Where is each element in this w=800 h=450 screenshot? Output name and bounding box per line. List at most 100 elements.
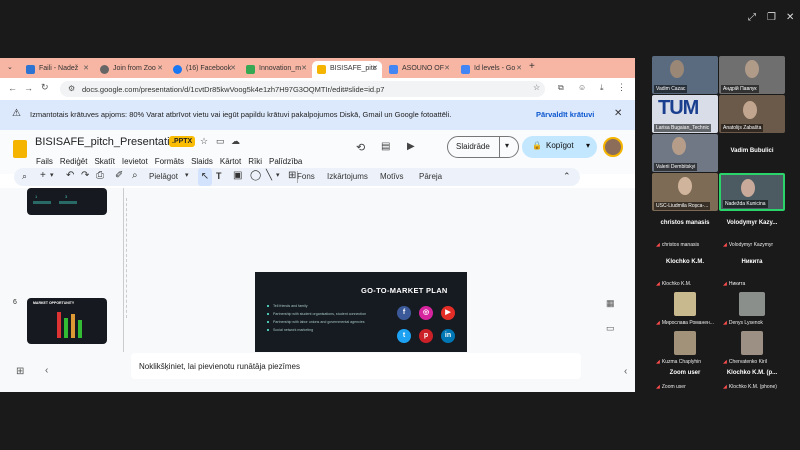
background-button[interactable]: Fons [297,172,315,181]
menu-item-help[interactable]: Palīdzība [269,157,302,166]
tab-1[interactable]: Join from Zoo ✕ [95,61,167,78]
participant-tile[interactable]: Zoom user Zoom user [652,368,718,392]
download-icon[interactable]: ⤓ [600,83,604,93]
url-field[interactable]: ⚙ docs.google.com/presentation/d/1cvtDr8… [60,81,545,97]
menu-item-view[interactable]: Skatīt [94,157,114,166]
bookmark-star-icon[interactable]: ☆ [533,83,540,92]
close-icon[interactable]: ✕ [614,108,622,119]
chevron-down-icon[interactable]: ▾ [586,141,590,150]
calendar-icon[interactable]: ▦ [606,298,615,309]
menu-item-edit[interactable]: Rediģēt [60,157,88,166]
participant-tile[interactable]: Vadim Bubulici [719,134,785,172]
collapse-toolbar-icon[interactable]: ⌃ [563,171,571,182]
tab-6[interactable]: Id levels - Go ✕ [456,61,526,78]
participant-tile[interactable]: Vadim Cazac [652,56,718,94]
tab-5[interactable]: ASOUNO OF ✕ [384,61,454,78]
redo-button[interactable]: ↷ [81,170,89,181]
menu-item-slide[interactable]: Slaids [191,157,213,166]
close-tab-icon[interactable]: ✕ [372,64,378,72]
new-slide-button[interactable]: + [40,170,46,181]
slide-thumbnail-5[interactable]: 1 3 [27,188,107,215]
comment-icon[interactable]: ▤ [381,141,390,152]
manage-storage-link[interactable]: Pārvaldīt krātuvi [536,110,594,119]
participant-tile[interactable]: christos manasis christos manasis [652,212,718,250]
participant-tile[interactable]: Valerii Dembitskyi [652,134,718,172]
close-tab-icon[interactable]: ✕ [83,64,89,72]
undo-button[interactable]: ↶ [66,170,74,181]
tab-2[interactable]: (16) Facebook ✕ [168,61,240,78]
close-tab-icon[interactable]: ✕ [157,64,163,72]
zoom-fit-select[interactable]: Pielāgot [149,172,178,181]
new-tab-icon[interactable]: + [529,61,535,72]
keep-icon[interactable]: ▭ [606,323,615,334]
menu-item-arrange[interactable]: Kārtot [220,157,241,166]
search-menus-icon[interactable]: ⌕ [22,171,27,182]
participant-tile[interactable]: Chervatenko Kiril [719,329,785,367]
chevron-down-icon[interactable]: ▾ [276,171,280,179]
slideshow-button[interactable]: Slaidrāde ▾ [447,136,519,158]
expand-icon[interactable]: ⤢ [748,12,756,23]
participant-tile[interactable]: Мирослава Романен... [652,290,718,328]
select-cursor-icon[interactable]: ↖ [198,168,212,186]
participant-tile[interactable]: Denys Lysenok [719,290,785,328]
zoom-icon[interactable]: ⌕ [132,170,138,181]
menu-item-tools[interactable]: Rīki [248,157,262,166]
participant-tile[interactable]: Klochko K.M. Klochko K.M. [652,251,718,289]
more-menu-icon[interactable]: ⋮ [617,82,626,93]
slide-thumbnail-6[interactable]: MARKET OPPORTUNITY [27,298,107,344]
close-tab-icon[interactable]: ✕ [301,64,307,72]
tab-0[interactable]: Faili - Nadež ✕ [21,61,93,78]
add-comment-icon[interactable]: ⊞ [288,170,296,181]
participant-tile-active-speaker[interactable]: Nadežda Kunicina [719,173,785,211]
grid-view-icon[interactable]: ⊞ [16,366,24,377]
reload-icon[interactable]: ↻ [41,82,49,93]
participant-tile[interactable]: Volodymyr Kazy... Volodymyr Kazymyr [719,212,785,250]
participant-tile[interactable]: USC-Liudmila Roșca-... [652,173,718,211]
menu-item-file[interactable]: Fails [36,157,53,166]
transition-button[interactable]: Pāreja [419,172,442,181]
participant-tile[interactable]: Никита Никита [719,251,785,289]
text-box-icon[interactable]: T [216,171,222,181]
layout-button[interactable]: Izkārtojums [327,172,368,181]
share-button[interactable]: 🔒 Kopīgot ▾ [522,136,597,158]
extensions-icon[interactable]: ⧉ [558,83,564,93]
forward-icon[interactable]: → [24,83,33,93]
star-icon[interactable]: ☆ [200,136,208,147]
participant-tile[interactable]: Klochko K.M. (p... Klochko K.M. (phone) [719,368,785,392]
speaker-notes-field[interactable]: Noklikšķiniet, lai pievienotu runātāja p… [131,353,581,379]
shape-icon[interactable]: ◯ [250,170,261,181]
theme-button[interactable]: Motīvs [380,172,404,181]
paint-format-icon[interactable]: ✐ [115,170,123,181]
chevron-down-icon[interactable]: ▾ [50,171,54,179]
print-icon[interactable]: ⎙ [96,170,104,181]
tab-search-icon[interactable]: ⌄ [7,63,13,71]
image-icon[interactable]: ▣ [233,170,242,181]
slide-title[interactable]: GO-TO-MARKET PLAN [361,286,448,295]
close-tab-icon[interactable]: ✕ [444,64,450,72]
restore-icon[interactable]: ❐ [767,12,776,23]
menu-item-insert[interactable]: Ievietot [122,157,148,166]
participant-tile[interactable]: Anatolijs Zabašta [719,95,785,133]
tab-4-active[interactable]: BISISAFE_pitc ✕ [312,61,382,78]
back-icon[interactable]: ← [8,83,17,93]
meet-icon[interactable]: ▶ [407,141,415,152]
site-info-icon[interactable]: ⚙ [68,84,75,93]
participant-tile[interactable]: TUM Larisa Bugaian_Technic [652,95,718,133]
line-icon[interactable]: ╲ [266,170,272,181]
slides-logo-icon[interactable] [13,140,27,158]
close-icon[interactable]: ✕ [786,12,794,23]
document-title[interactable]: BISISAFE_pitch_Presentation [35,136,182,148]
collapse-filmstrip-icon[interactable]: ‹ [45,365,48,376]
avatar[interactable] [603,137,623,157]
cloud-status-icon[interactable]: ☁ [231,136,240,147]
chevron-down-icon[interactable]: ▾ [505,141,509,150]
tab-3[interactable]: Innovation_m ✕ [241,61,311,78]
history-icon[interactable]: ⟲ [356,141,365,154]
participant-tile[interactable]: Kuzma Chaplyhin [652,329,718,367]
menu-item-format[interactable]: Formāts [155,157,184,166]
close-tab-icon[interactable]: ✕ [516,64,522,72]
participant-tile[interactable]: Андрій Павлук [719,56,785,94]
profile-icon[interactable]: ☺ [578,83,586,92]
move-folder-icon[interactable]: ▭ [216,136,225,147]
chevron-left-icon[interactable]: ‹ [624,366,627,377]
